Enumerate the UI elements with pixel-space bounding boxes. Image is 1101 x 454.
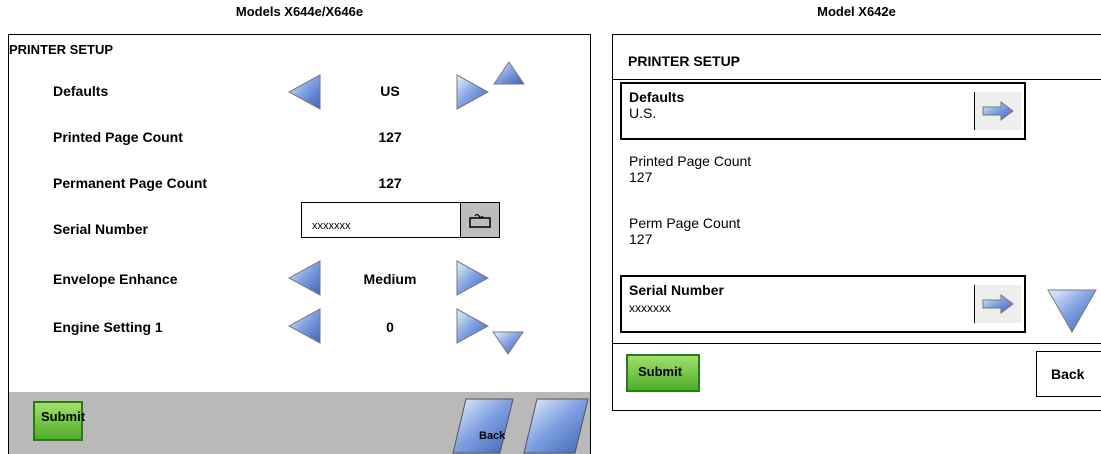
scroll-up-icon[interactable] — [493, 61, 525, 85]
serial-number-menu-item[interactable]: Serial Number xxxxxxx — [620, 275, 1026, 333]
footer-divider — [613, 343, 1101, 344]
left-printer-setup-panel: PRINTER SETUP Defaults US Printed Page C… — [8, 34, 591, 454]
defaults-value: U.S. — [629, 105, 657, 121]
back-button-label: Back — [1051, 366, 1085, 382]
back-button[interactable] — [452, 398, 514, 454]
submit-button[interactable]: Submit — [626, 354, 700, 392]
left-footer-bar: Submit Back — [9, 392, 590, 454]
right-printer-setup-panel: PRINTER SETUP Defaults U.S. Printed Page… — [612, 34, 1101, 411]
serial-number-label: Serial Number — [629, 282, 724, 298]
defaults-decrease-arrow-icon[interactable] — [287, 73, 321, 111]
engine-setting-increase-arrow-icon[interactable] — [455, 307, 489, 345]
engine-setting-decrease-arrow-icon[interactable] — [287, 307, 321, 345]
scroll-down-icon[interactable] — [1047, 289, 1097, 333]
keyboard-icon[interactable] — [460, 203, 499, 237]
perm-page-count-label: Perm Page Count — [629, 215, 741, 231]
blank-nav-button[interactable] — [523, 398, 589, 454]
forward-arrow-icon[interactable] — [974, 92, 1021, 130]
envelope-enhance-label: Envelope Enhance — [53, 271, 178, 287]
engine-setting-1-label: Engine Setting 1 — [53, 319, 163, 335]
page-title: PRINTER SETUP — [628, 53, 741, 69]
defaults-label: Defaults — [53, 83, 109, 99]
back-button[interactable]: Back — [1036, 351, 1101, 397]
permanent-page-count-label: Permanent Page Count — [53, 175, 208, 191]
printed-page-count-value: 127 — [378, 129, 402, 145]
perm-page-count-item: Perm Page Count 127 — [629, 215, 740, 247]
defaults-menu-item[interactable]: Defaults U.S. — [620, 82, 1026, 140]
printed-page-count-item: Printed Page Count 127 — [629, 153, 751, 185]
engine-setting-1-value: 0 — [386, 319, 394, 335]
serial-number-field[interactable]: xxxxxxx — [301, 202, 500, 238]
defaults-label: Defaults — [629, 89, 685, 105]
printed-page-count-label: Printed Page Count — [629, 153, 752, 169]
defaults-value: US — [380, 83, 400, 99]
perm-page-count-value: 127 — [629, 231, 653, 247]
serial-number-value: xxxxxxx — [312, 220, 351, 232]
title-divider — [613, 79, 1101, 80]
scroll-down-icon[interactable] — [492, 331, 524, 355]
envelope-enhance-decrease-arrow-icon[interactable] — [287, 259, 321, 297]
printed-page-count-value: 127 — [629, 169, 653, 185]
defaults-increase-arrow-icon[interactable] — [455, 73, 489, 111]
serial-number-value: xxxxxxx — [629, 301, 671, 315]
submit-button[interactable]: Submit — [33, 401, 85, 441]
left-caption: Models X644e/X646e — [235, 4, 364, 19]
envelope-enhance-value: Medium — [363, 271, 417, 287]
permanent-page-count-value: 127 — [378, 175, 402, 191]
printed-page-count-label: Printed Page Count — [53, 129, 183, 145]
forward-arrow-icon[interactable] — [974, 285, 1021, 323]
serial-number-label: Serial Number — [53, 221, 148, 237]
envelope-enhance-increase-arrow-icon[interactable] — [455, 259, 489, 297]
back-button-label: Back — [479, 430, 506, 442]
page-title: PRINTER SETUP — [9, 42, 114, 57]
right-caption: Model X642e — [817, 4, 896, 19]
